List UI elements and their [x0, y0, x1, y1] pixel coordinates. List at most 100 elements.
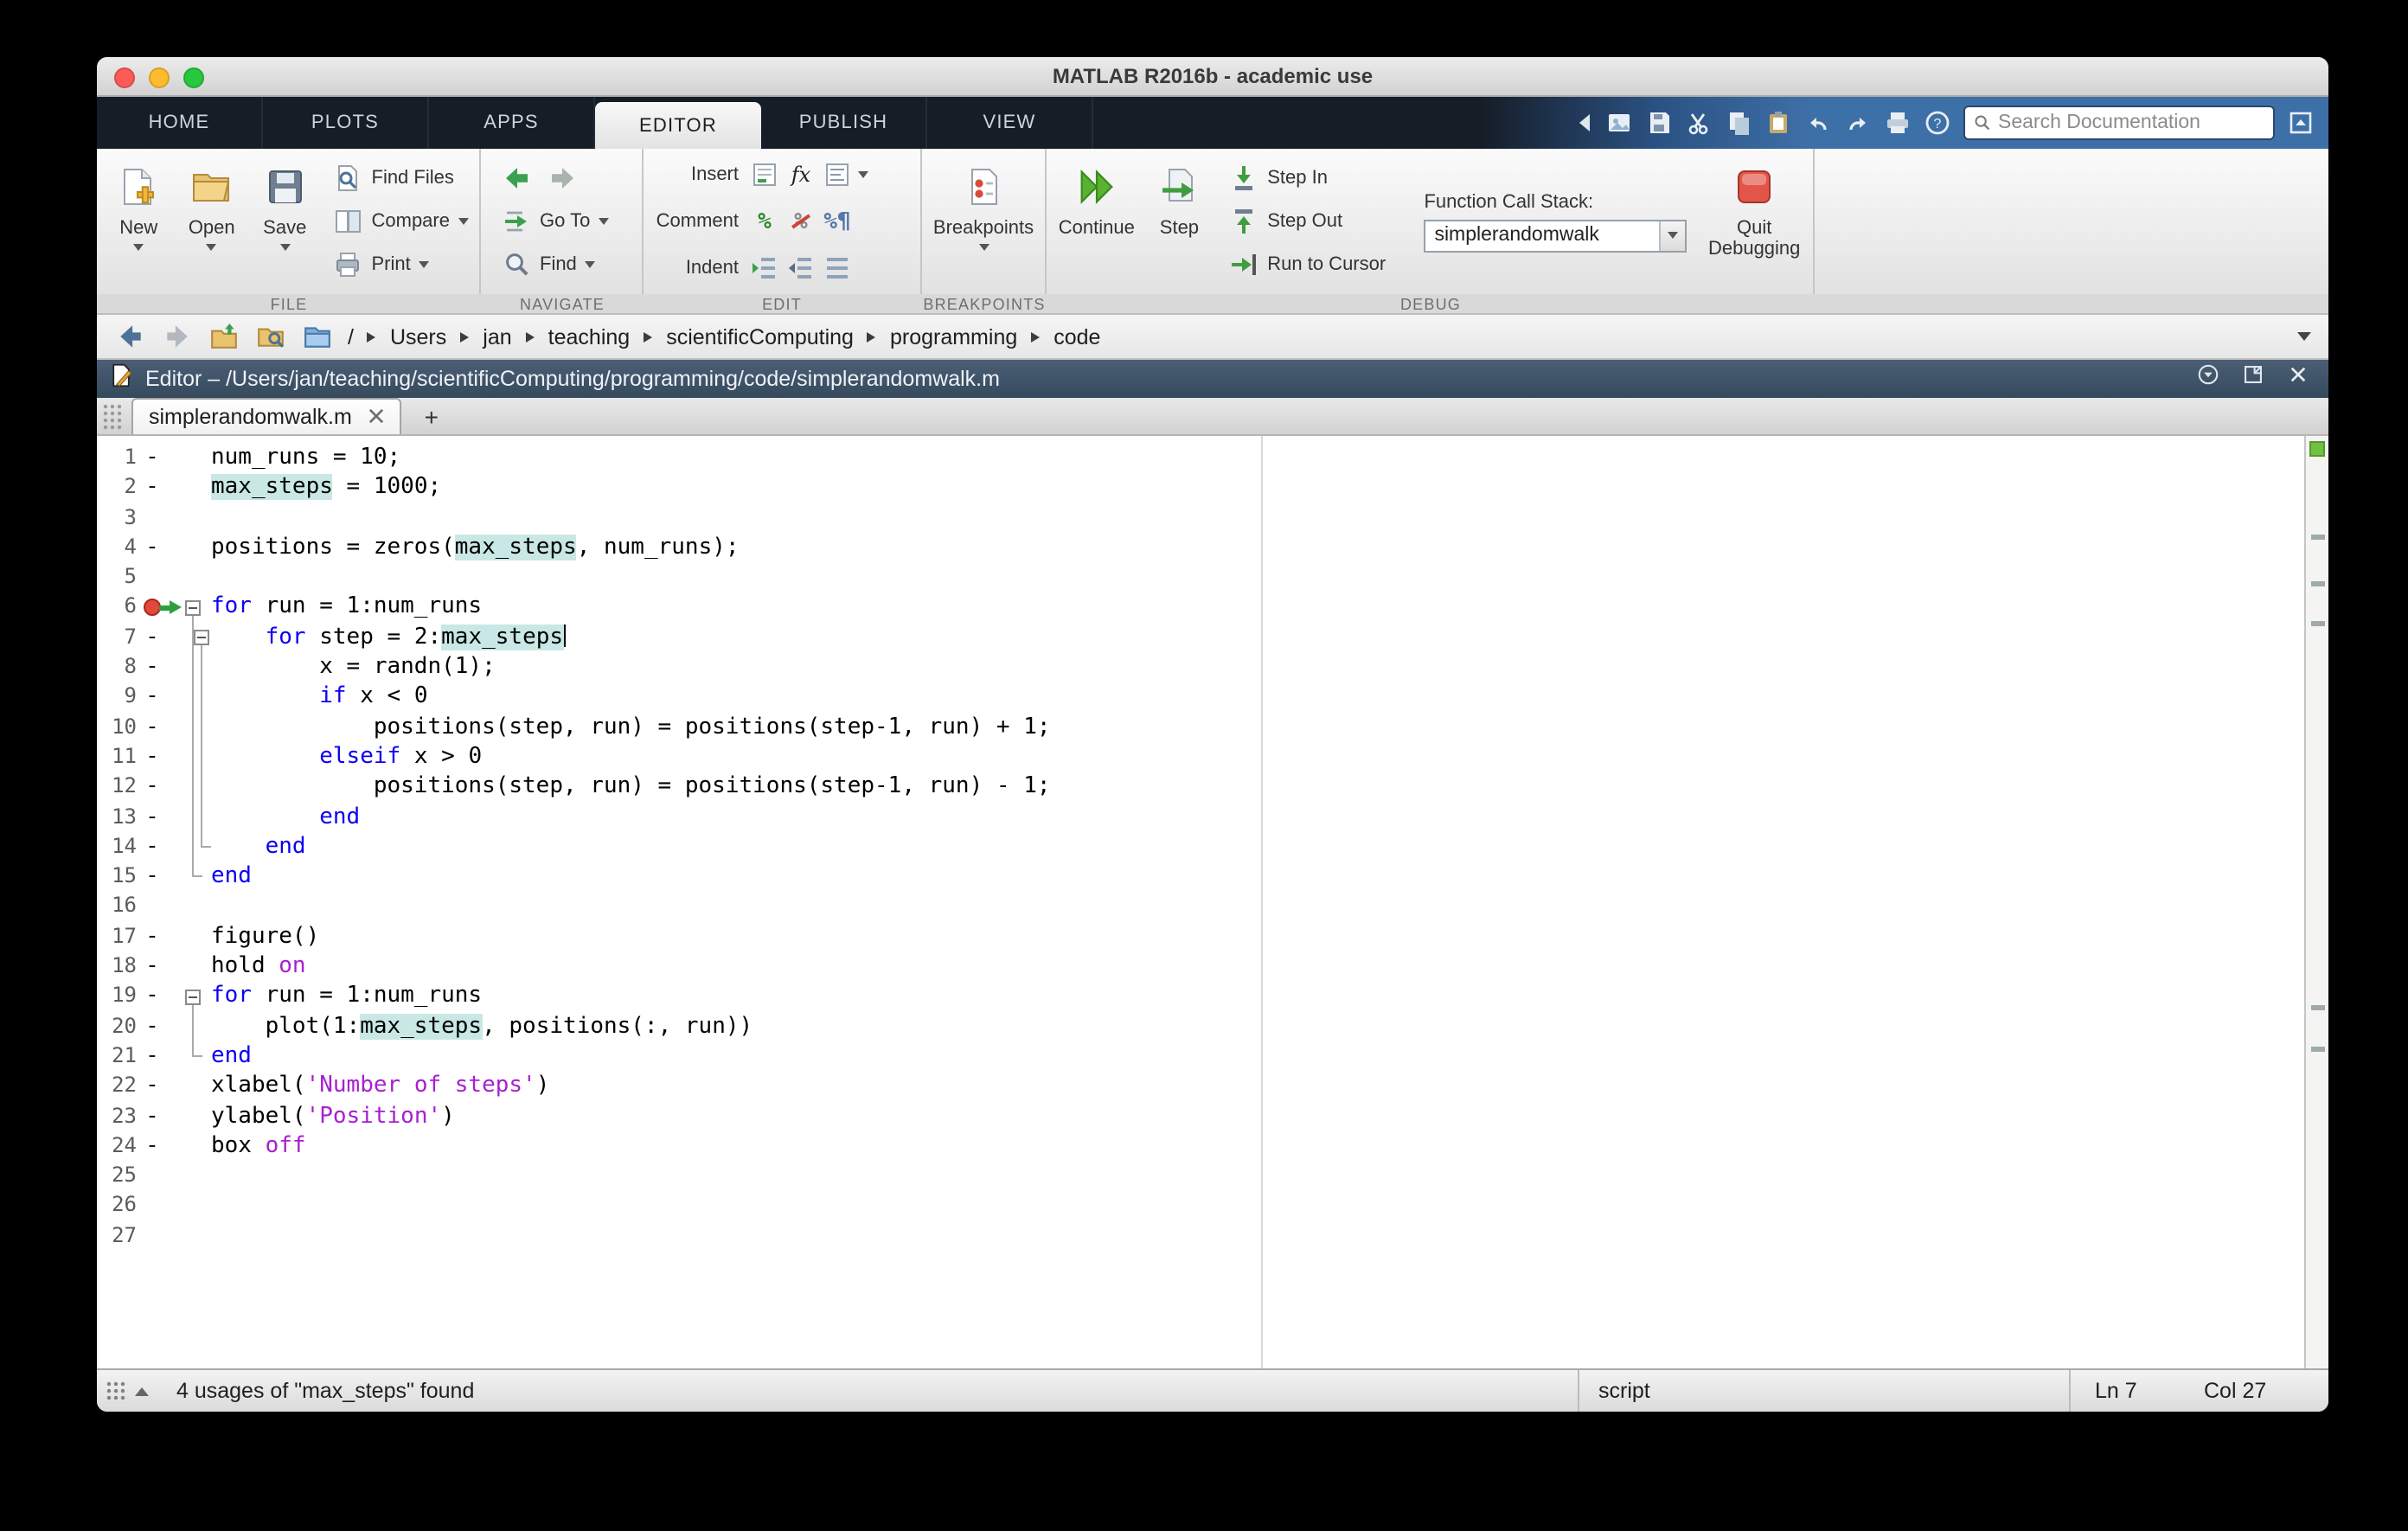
breakpoint-margin[interactable]: - [142, 862, 163, 892]
back-icon[interactable] [114, 321, 145, 352]
print-button[interactable]: Print [329, 245, 475, 285]
code-text[interactable]: num_runs = 10; [211, 443, 400, 473]
code-line[interactable]: 25 [97, 1161, 2304, 1191]
editor-dock-icon[interactable] [2242, 363, 2264, 394]
navigate-back-icon[interactable] [502, 163, 531, 193]
message-bar-mark[interactable] [2311, 1006, 2325, 1011]
breakpoint-margin[interactable]: - [142, 533, 163, 563]
new-button[interactable]: New [102, 152, 176, 287]
breakpoint-margin[interactable]: - [142, 742, 163, 772]
code-text[interactable]: plot(1:max_steps, positions(:, run)) [211, 1011, 752, 1041]
message-bar-mark[interactable] [2311, 620, 2325, 625]
tab-editor[interactable]: EDITOR [595, 102, 761, 149]
breadcrumb-segment[interactable]: jan [483, 324, 511, 349]
code-text[interactable]: end [211, 832, 306, 862]
code-line[interactable]: 3 [97, 503, 2304, 533]
tab-apps[interactable]: APPS [429, 97, 595, 149]
breakpoint-margin[interactable]: - [142, 623, 163, 653]
breakpoint-margin[interactable]: - [142, 473, 163, 503]
breakpoint-margin[interactable]: - [142, 802, 163, 832]
code-line[interactable]: 16 [97, 892, 2304, 922]
code-text[interactable]: for run = 1:num_runs [211, 593, 482, 623]
insert-function-button[interactable]: fx [785, 159, 817, 190]
code-text[interactable]: end [211, 862, 252, 892]
message-bar-mark[interactable] [2311, 534, 2325, 539]
breakpoint-margin[interactable]: - [142, 772, 163, 803]
breakpoint-margin[interactable]: - [142, 982, 163, 1012]
breadcrumb-segment[interactable]: code [1054, 324, 1100, 349]
code-line[interactable]: 9- if x < 0 [97, 682, 2304, 713]
code-line[interactable]: 21-end [97, 1041, 2304, 1072]
code-text[interactable]: max_steps = 1000; [211, 473, 441, 503]
minimize-window-button[interactable] [149, 67, 170, 88]
code-line[interactable]: 7- for step = 2:max_steps [97, 623, 2304, 653]
forward-icon[interactable] [161, 321, 192, 352]
window-titlebar[interactable]: MATLAB R2016b - academic use [97, 57, 2328, 97]
code-text[interactable]: positions = zeros(max_steps, num_runs); [211, 533, 740, 563]
breakpoint-margin[interactable]: - [142, 832, 163, 862]
document-tab[interactable]: simplerandomwalk.m [131, 398, 402, 434]
zoom-window-button[interactable] [183, 67, 204, 88]
tabbar-grip[interactable] [102, 403, 123, 431]
up-one-level-icon[interactable] [208, 321, 239, 352]
tab-publish[interactable]: PUBLISH [761, 97, 927, 149]
breakpoint-indicator[interactable] [142, 599, 163, 616]
address-dropdown-icon[interactable] [2297, 332, 2311, 341]
code-text[interactable]: hold on [211, 951, 306, 982]
step-in-button[interactable]: Step In [1224, 158, 1410, 198]
go-to-button[interactable]: Go To [496, 202, 614, 241]
message-bar-mark[interactable] [2311, 581, 2325, 586]
cut-icon[interactable] [1685, 109, 1713, 137]
code-text[interactable]: for step = 2:max_steps [211, 623, 566, 653]
code-line[interactable]: 26 [97, 1191, 2304, 1221]
save-button[interactable]: Save [248, 152, 322, 287]
code-text[interactable]: end [211, 802, 360, 832]
breakpoint-margin[interactable]: - [142, 1041, 163, 1072]
editor-actions-icon[interactable] [2197, 363, 2219, 394]
continue-button[interactable]: Continue [1052, 152, 1142, 287]
message-bar[interactable] [2304, 436, 2328, 1368]
code-line[interactable]: 18-hold on [97, 951, 2304, 982]
code-text[interactable]: positions(step, run) = positions(step-1,… [211, 712, 1051, 742]
breakpoint-margin[interactable]: - [142, 443, 163, 473]
quit-debugging-button[interactable]: Quit Debugging [1700, 152, 1808, 287]
breakpoint-margin[interactable]: - [142, 922, 163, 952]
browse-folder-icon[interactable] [254, 321, 285, 352]
find-button[interactable]: Find [496, 245, 614, 285]
code-text[interactable]: elseif x > 0 [211, 742, 482, 772]
step-button[interactable]: Step [1142, 152, 1218, 287]
breadcrumb-segment[interactable]: programming [890, 324, 1017, 349]
tab-home[interactable]: HOME [97, 97, 263, 149]
toolstrip-pin-icon[interactable] [2287, 109, 2315, 137]
breakpoint-margin[interactable]: - [142, 712, 163, 742]
code-text[interactable]: for run = 1:num_runs [211, 982, 482, 1012]
code-line[interactable]: 1-num_runs = 10; [97, 443, 2304, 473]
code-text[interactable]: end [211, 1041, 252, 1072]
run-to-cursor-button[interactable]: Run to Cursor [1224, 245, 1410, 285]
breakpoint-icon[interactable] [144, 599, 161, 616]
tab-close-icon[interactable] [369, 405, 385, 429]
breakpoint-margin[interactable]: - [142, 1101, 163, 1131]
code-line[interactable]: 11- elseif x > 0 [97, 742, 2304, 772]
uncomment-button[interactable]: % [785, 206, 817, 237]
code-text[interactable]: positions(step, run) = positions(step-1,… [211, 772, 1051, 803]
chevron-down-icon[interactable] [858, 171, 868, 178]
message-bar-mark[interactable] [2311, 1046, 2325, 1051]
wrap-comments-button[interactable]: %¶ [822, 206, 853, 237]
comment-button[interactable]: % [749, 206, 780, 237]
step-out-button[interactable]: Step Out [1224, 202, 1410, 241]
breakpoint-margin[interactable]: - [142, 652, 163, 682]
code-line[interactable]: 4-positions = zeros(max_steps, num_runs)… [97, 533, 2304, 563]
navigate-forward-icon[interactable] [547, 163, 576, 193]
paste-icon[interactable] [1764, 109, 1792, 137]
code-text[interactable]: xlabel('Number of steps') [211, 1071, 549, 1101]
search-input[interactable] [1998, 112, 2264, 133]
code-line[interactable]: 20- plot(1:max_steps, positions(:, run)) [97, 1011, 2304, 1041]
breadcrumb-segment[interactable]: teaching [548, 324, 631, 349]
tab-plots[interactable]: PLOTS [263, 97, 429, 149]
indent-right-button[interactable] [785, 253, 817, 284]
code-line[interactable]: 5 [97, 562, 2304, 593]
search-documentation-box[interactable] [1963, 106, 2275, 140]
code-line[interactable]: 17-figure() [97, 922, 2304, 952]
breakpoint-margin[interactable]: - [142, 1131, 163, 1162]
